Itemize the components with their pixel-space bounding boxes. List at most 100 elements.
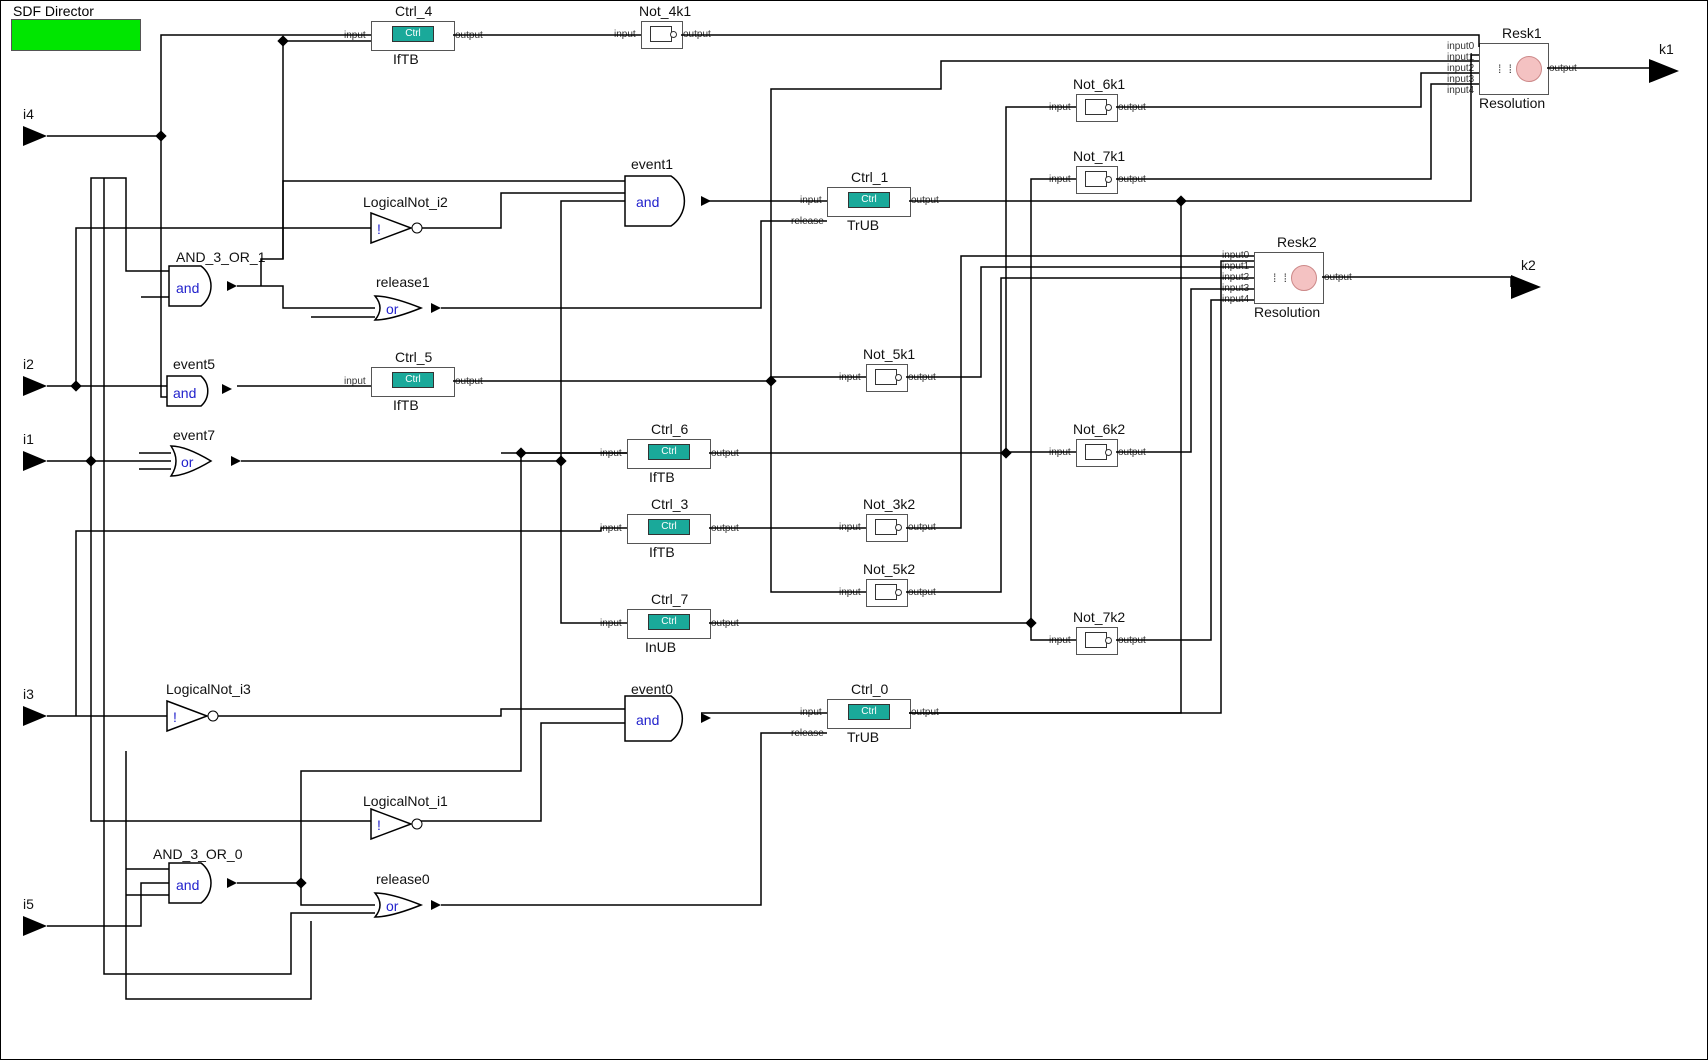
input-i3[interactable] xyxy=(23,706,47,726)
ctrl-inner: Ctrl xyxy=(648,614,690,630)
port-label: output xyxy=(455,30,483,41)
port-label: output xyxy=(908,372,936,383)
port-label: input0 xyxy=(1447,41,1474,52)
input-i5[interactable] xyxy=(23,916,47,936)
not-inner-icon xyxy=(1085,99,1107,115)
port-label: output xyxy=(1118,174,1146,185)
ctrl-inner: Ctrl xyxy=(648,444,690,460)
port-label: output xyxy=(908,587,936,598)
event7-title: event7 xyxy=(173,427,215,443)
port-label: output xyxy=(911,707,939,718)
resk1-block[interactable]: ⁞ ⁞ xyxy=(1479,43,1549,95)
port-label: input1 xyxy=(1222,261,1249,272)
ctrl1-block[interactable]: Ctrl xyxy=(827,187,911,217)
not7k2-block[interactable] xyxy=(1076,627,1118,655)
output-k2-label: k2 xyxy=(1521,257,1536,273)
svg-text:or: or xyxy=(386,301,399,317)
ctrl3-sub: IfTB xyxy=(649,544,675,560)
not5k2-block[interactable] xyxy=(866,579,908,607)
port-label: input xyxy=(600,448,622,459)
not4k1-block[interactable] xyxy=(641,21,683,49)
ctrl0-block[interactable]: Ctrl xyxy=(827,699,911,729)
ctrl-inner: Ctrl xyxy=(848,704,890,720)
not6k1-title: Not_6k1 xyxy=(1073,76,1125,92)
port-label: input2 xyxy=(1222,272,1249,283)
ctrl1-title: Ctrl_1 xyxy=(851,169,888,185)
sdf-director[interactable] xyxy=(11,19,141,51)
resk1-sub: Resolution xyxy=(1479,95,1545,111)
ctrl-inner: Ctrl xyxy=(648,519,690,535)
ctrl-inner: Ctrl xyxy=(848,192,890,208)
input-i3-label: i3 xyxy=(23,686,34,702)
ctrl-inner: Ctrl xyxy=(392,372,434,388)
svg-text:and: and xyxy=(636,194,659,210)
not6k2-block[interactable] xyxy=(1076,439,1118,467)
input-i5-label: i5 xyxy=(23,896,34,912)
ctrl6-block[interactable]: Ctrl xyxy=(627,439,711,469)
port-label: input xyxy=(1049,447,1071,458)
res-circle-icon xyxy=(1291,265,1317,291)
svg-text:and: and xyxy=(176,280,199,296)
ctrl0-sub: TrUB xyxy=(847,729,879,745)
not3k2-title: Not_3k2 xyxy=(863,496,915,512)
output-k1-label: k1 xyxy=(1659,41,1674,57)
release1-title: release1 xyxy=(376,274,430,290)
port-label: output xyxy=(711,448,739,459)
event5-title: event5 xyxy=(173,356,215,372)
resk2-sub: Resolution xyxy=(1254,304,1320,320)
and3or0-title: AND_3_OR_0 xyxy=(153,846,243,862)
ctrl4-block[interactable]: Ctrl xyxy=(371,21,455,51)
output-k2[interactable] xyxy=(1511,275,1541,299)
not-inner-icon xyxy=(875,369,897,385)
input-i2[interactable] xyxy=(23,376,47,396)
port-label: input4 xyxy=(1222,294,1249,305)
ctrl7-title: Ctrl_7 xyxy=(651,591,688,607)
port-label: output xyxy=(711,618,739,629)
input-i1-label: i1 xyxy=(23,431,34,447)
port-label: input0 xyxy=(1222,250,1249,261)
not4k1-inner xyxy=(650,26,672,42)
ctrl3-title: Ctrl_3 xyxy=(651,496,688,512)
resk2-block[interactable]: ⁞ ⁞ xyxy=(1254,252,1324,304)
port-label: input3 xyxy=(1222,283,1249,294)
not-inner-icon xyxy=(875,584,897,600)
not3k2-block[interactable] xyxy=(866,514,908,542)
port-label: output xyxy=(908,522,936,533)
not7k1-title: Not_7k1 xyxy=(1073,148,1125,164)
port-label: input xyxy=(600,618,622,629)
ctrl4-title: Ctrl_4 xyxy=(395,3,432,19)
not4k1-title: Not_4k1 xyxy=(639,3,691,19)
port-label: output xyxy=(711,523,739,534)
ctrl4-sub: IfTB xyxy=(393,51,419,67)
input-i1[interactable] xyxy=(23,451,47,471)
not5k1-block[interactable] xyxy=(866,364,908,392)
res-dots-icon: ⁞ ⁞ xyxy=(1498,62,1514,76)
ctrl5-block[interactable]: Ctrl xyxy=(371,367,455,397)
lognoti3-title: LogicalNot_i3 xyxy=(166,681,251,697)
svg-text:or: or xyxy=(181,454,194,470)
ctrl1-sub: TrUB xyxy=(847,217,879,233)
svg-text:or: or xyxy=(386,898,399,914)
input-i4[interactable] xyxy=(23,126,47,146)
diagram-canvas: SDF Director i4 i2 i1 i3 i5 k1 k2 Ctrl_4… xyxy=(0,0,1708,1060)
not6k1-block[interactable] xyxy=(1076,94,1118,122)
svg-text:!: ! xyxy=(377,221,381,237)
lognoti1-title: LogicalNot_i1 xyxy=(363,793,448,809)
port-label: input xyxy=(800,195,822,206)
ctrl5-sub: IfTB xyxy=(393,397,419,413)
ctrl7-block[interactable]: Ctrl xyxy=(627,609,711,639)
not7k1-block[interactable] xyxy=(1076,166,1118,194)
not-inner-icon xyxy=(1085,632,1107,648)
lognoti2-title: LogicalNot_i2 xyxy=(363,194,448,210)
ctrl3-block[interactable]: Ctrl xyxy=(627,514,711,544)
port-label: output xyxy=(1118,635,1146,646)
ctrl0-title: Ctrl_0 xyxy=(851,681,888,697)
and3or1-title: AND_3_OR_1 xyxy=(176,249,266,265)
sdf-director-label: SDF Director xyxy=(13,3,94,19)
not5k1-title: Not_5k1 xyxy=(863,346,915,362)
port-label: input4 xyxy=(1447,85,1474,96)
output-k1[interactable] xyxy=(1649,59,1679,83)
input-i4-label: i4 xyxy=(23,106,34,122)
port-label: input xyxy=(600,523,622,534)
port-label: output xyxy=(911,195,939,206)
